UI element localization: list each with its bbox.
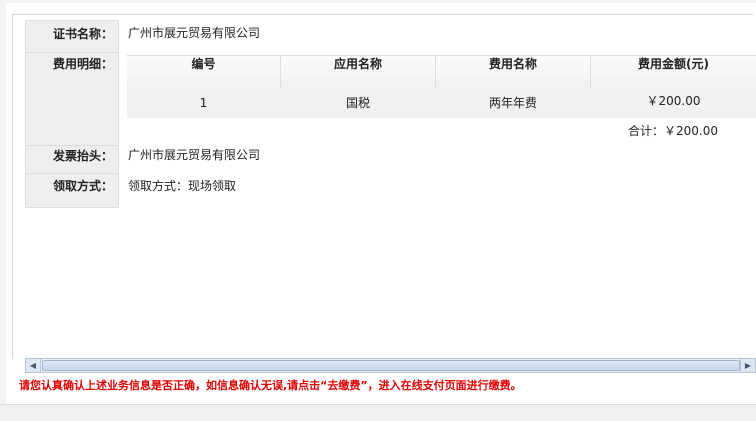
header-number: 编号 xyxy=(127,56,281,88)
cert-name-value: 广州市展元贸易有限公司 xyxy=(128,26,261,40)
scroll-left-icon[interactable]: ◀ xyxy=(26,359,41,372)
cell-app-name: 国税 xyxy=(345,96,370,110)
invoice-title-label: 发票抬头： xyxy=(52,149,113,163)
fee-table-header: 编号 应用名称 费用名称 费用金额(元) xyxy=(127,55,756,89)
header-fee-name: 费用名称 xyxy=(436,56,591,88)
header-app-name: 应用名称 xyxy=(281,56,436,88)
header-fee-amount: 费用金额(元) xyxy=(638,57,709,71)
invoice-title-value: 广州市展元贸易有限公司 xyxy=(128,148,261,162)
top-strip xyxy=(0,0,756,3)
fee-detail-label: 费用明细： xyxy=(52,57,113,71)
scroll-thumb[interactable] xyxy=(42,360,740,371)
cell-fee-amount: ￥200.00 xyxy=(646,94,701,108)
row-divider xyxy=(25,173,119,174)
fee-total: 合计：￥200.00 xyxy=(628,124,718,138)
cert-name-label: 证书名称： xyxy=(52,27,113,41)
table-row: 1 国税 两年年费 ￥200.00 xyxy=(127,88,756,118)
left-edge xyxy=(0,0,6,420)
horizontal-scrollbar[interactable]: ◀ ▶ xyxy=(25,358,756,373)
cell-number: 1 xyxy=(199,96,208,110)
pickup-method-label: 领取方式： xyxy=(52,179,113,193)
confirm-notice: 请您认真确认上述业务信息是否正确，如信息确认无误,请点击“去缴费”，进入在线支付… xyxy=(19,379,522,392)
bottom-bar xyxy=(0,404,756,421)
cell-fee-name: 两年年费 xyxy=(488,96,537,110)
row-divider xyxy=(25,52,119,53)
row-divider xyxy=(25,145,119,146)
scroll-right-icon[interactable]: ▶ xyxy=(740,359,755,372)
pickup-method-value: 领取方式：现场领取 xyxy=(128,179,237,193)
